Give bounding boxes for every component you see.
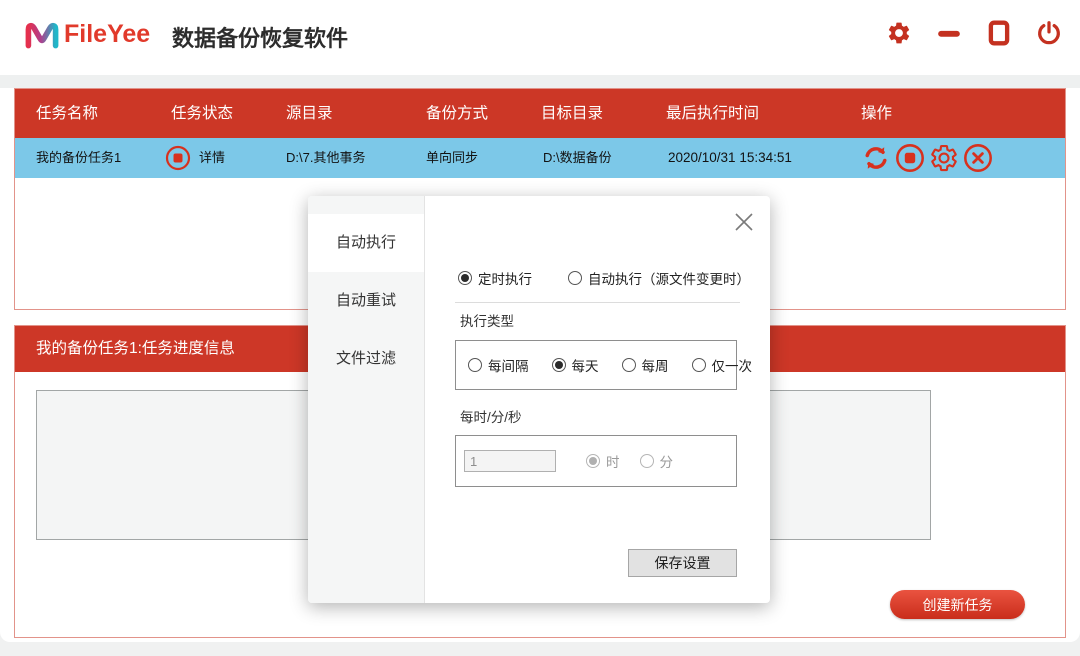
divider	[455, 302, 740, 303]
radio-weekly-label: 每周	[642, 355, 669, 375]
col-source-dir: 源目录	[286, 89, 333, 138]
radio-daily-icon	[552, 358, 566, 372]
radio-minute-label: 分	[660, 451, 674, 471]
status-stop-icon[interactable]	[165, 145, 191, 171]
window-controls	[886, 20, 1062, 46]
time-value-group: 时 分	[455, 435, 737, 487]
radio-auto-on-change[interactable]: 自动执行（源文件变更时）	[568, 268, 750, 288]
tab-auto-run[interactable]: 自动执行	[308, 214, 424, 272]
header-divider	[0, 75, 1080, 88]
table-row[interactable]: 我的备份任务1 详情 D:\7.其他事务 单向同步 D:\数据备份 2020/1…	[15, 138, 1065, 178]
delete-task-icon[interactable]	[963, 143, 993, 173]
radio-once[interactable]: 仅一次	[692, 355, 753, 375]
cell-source-dir: D:\7.其他事务	[286, 138, 365, 178]
radio-minute[interactable]: 分	[640, 451, 674, 471]
radio-once-icon	[692, 358, 706, 372]
cell-target-dir: D:\数据备份	[543, 138, 612, 178]
row-actions	[861, 143, 993, 173]
radio-interval[interactable]: 每间隔	[468, 355, 529, 375]
time-label: 每时/分/秒	[460, 406, 522, 426]
sync-icon[interactable]	[861, 143, 891, 173]
fileyee-logo-icon	[22, 16, 62, 56]
radio-once-label: 仅一次	[712, 355, 753, 375]
col-task-status: 任务状态	[171, 89, 233, 138]
col-actions: 操作	[861, 89, 892, 138]
radio-auto-on-change-label: 自动执行（源文件变更时）	[588, 268, 750, 288]
radio-hour-icon	[586, 454, 600, 468]
radio-hour-label: 时	[606, 451, 620, 471]
cell-last-run: 2020/10/31 15:34:51	[668, 138, 792, 178]
radio-weekly-icon	[622, 358, 636, 372]
cell-backup-mode: 单向同步	[426, 138, 478, 178]
radio-minute-icon	[640, 454, 654, 468]
dialog-content: 定时执行 自动执行（源文件变更时） 执行类型 每间隔 每天	[425, 196, 770, 603]
run-type-group: 每间隔 每天 每周 仅一次	[455, 340, 737, 390]
table-header: 任务名称 任务状态 源目录 备份方式 目标目录 最后执行时间 操作	[15, 89, 1065, 138]
dialog-tabs: 自动执行 自动重试 文件过滤	[308, 196, 425, 603]
close-app-icon[interactable]	[1036, 20, 1062, 46]
title-bar: FileYee 数据备份恢复软件	[0, 0, 1080, 75]
cell-status-detail[interactable]: 详情	[199, 138, 225, 178]
radio-weekly[interactable]: 每周	[622, 355, 669, 375]
col-last-run: 最后执行时间	[666, 89, 759, 138]
col-task-name: 任务名称	[36, 89, 98, 138]
app-title: 数据备份恢复软件	[172, 21, 348, 53]
minimize-icon[interactable]	[936, 20, 962, 46]
radio-daily-label: 每天	[572, 355, 599, 375]
radio-timed-run-icon	[458, 271, 472, 285]
brand-name: FileYee	[64, 20, 150, 49]
time-value-input[interactable]	[464, 450, 556, 472]
stop-task-icon[interactable]	[895, 143, 925, 173]
app-window: FileYee 数据备份恢复软件 任务名称 任务状态 源目录 备份方式 目	[0, 0, 1080, 642]
col-target-dir: 目标目录	[541, 89, 603, 138]
settings-icon[interactable]	[886, 20, 912, 46]
radio-timed-run-label: 定时执行	[478, 268, 532, 288]
radio-auto-on-change-icon	[568, 271, 582, 285]
radio-interval-label: 每间隔	[488, 355, 529, 375]
radio-timed-run[interactable]: 定时执行	[458, 268, 532, 288]
tab-auto-retry[interactable]: 自动重试	[308, 272, 424, 330]
create-task-button[interactable]: 创建新任务	[890, 590, 1025, 619]
type-label: 执行类型	[460, 310, 514, 330]
task-settings-icon[interactable]	[929, 143, 959, 173]
radio-daily[interactable]: 每天	[552, 355, 599, 375]
auto-run-dialog: 自动执行 自动重试 文件过滤 定时执行 自动执行（源文件变更时） 执行类型	[308, 196, 770, 603]
save-settings-button[interactable]: 保存设置	[628, 549, 737, 577]
maximize-icon[interactable]	[986, 20, 1012, 46]
cell-task-name: 我的备份任务1	[36, 138, 121, 178]
schedule-radio-group: 定时执行 自动执行（源文件变更时）	[458, 268, 750, 288]
radio-interval-icon	[468, 358, 482, 372]
tab-file-filter[interactable]: 文件过滤	[308, 330, 424, 388]
col-backup-mode: 备份方式	[426, 89, 488, 138]
radio-hour[interactable]: 时	[586, 451, 620, 471]
